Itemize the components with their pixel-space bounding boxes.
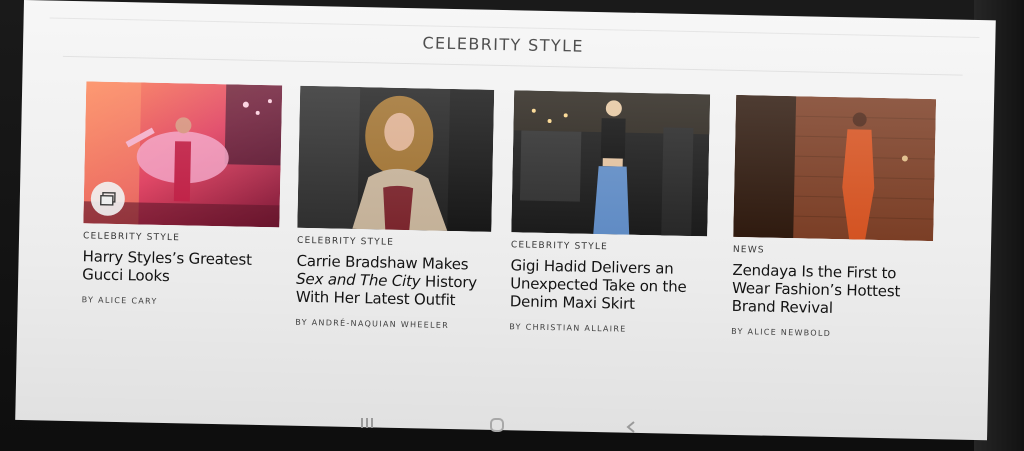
back-button[interactable] <box>616 414 646 440</box>
article-category[interactable]: CELEBRITY STYLE <box>83 231 279 245</box>
article-headline[interactable]: Carrie Bradshaw Makes Sex and The City H… <box>296 252 491 310</box>
recents-button[interactable] <box>352 410 382 436</box>
article-thumbnail[interactable] <box>733 94 937 242</box>
article-headline[interactable]: Zendaya Is the First to Wear Fashion’s H… <box>732 261 933 319</box>
home-button[interactable] <box>482 412 512 438</box>
article-card-gigi-hadid[interactable]: CELEBRITY STYLE Gigi Hadid Delivers an U… <box>509 90 711 335</box>
back-icon <box>626 421 635 433</box>
home-icon <box>490 418 504 432</box>
article-card-carrie-bradshaw[interactable]: CELEBRITY STYLE Carrie Bradshaw Makes Se… <box>295 85 495 331</box>
article-category[interactable]: NEWS <box>733 245 933 259</box>
article-headline[interactable]: Gigi Hadid Delivers an Unexpected Take o… <box>510 256 707 314</box>
article-category[interactable]: CELEBRITY STYLE <box>511 240 707 254</box>
tablet-device: CELEBRITY STYLE CELEBRITY STYLE Harry St… <box>0 0 1024 451</box>
street-photo <box>297 85 495 232</box>
night-street-photo <box>511 90 711 237</box>
article-byline[interactable]: BY ALICE NEWBOLD <box>731 327 931 340</box>
article-thumbnail[interactable] <box>511 90 711 237</box>
brick-wall-photo <box>733 94 937 242</box>
article-category[interactable]: CELEBRITY STYLE <box>297 236 491 250</box>
article-thumbnail[interactable] <box>297 85 495 232</box>
article-headline[interactable]: Harry Styles’s Greatest Gucci Looks <box>82 247 279 287</box>
article-card-zendaya[interactable]: NEWS Zendaya Is the First to Wear Fashio… <box>731 94 937 340</box>
system-navigation-bar <box>0 404 1024 451</box>
browser-screen: CELEBRITY STYLE CELEBRITY STYLE Harry St… <box>15 0 996 441</box>
gallery-icon <box>100 191 116 206</box>
article-byline[interactable]: BY CHRISTIAN ALLAIRE <box>509 322 705 335</box>
article-card-harry-styles[interactable]: CELEBRITY STYLE Harry Styles’s Greatest … <box>82 81 283 308</box>
article-byline[interactable]: BY ANDRÉ-NAQUIAN WHEELER <box>295 318 489 331</box>
article-byline[interactable]: BY ALICE CARY <box>82 295 278 308</box>
article-thumbnail[interactable] <box>83 81 283 228</box>
recent-apps-icon <box>361 418 373 428</box>
